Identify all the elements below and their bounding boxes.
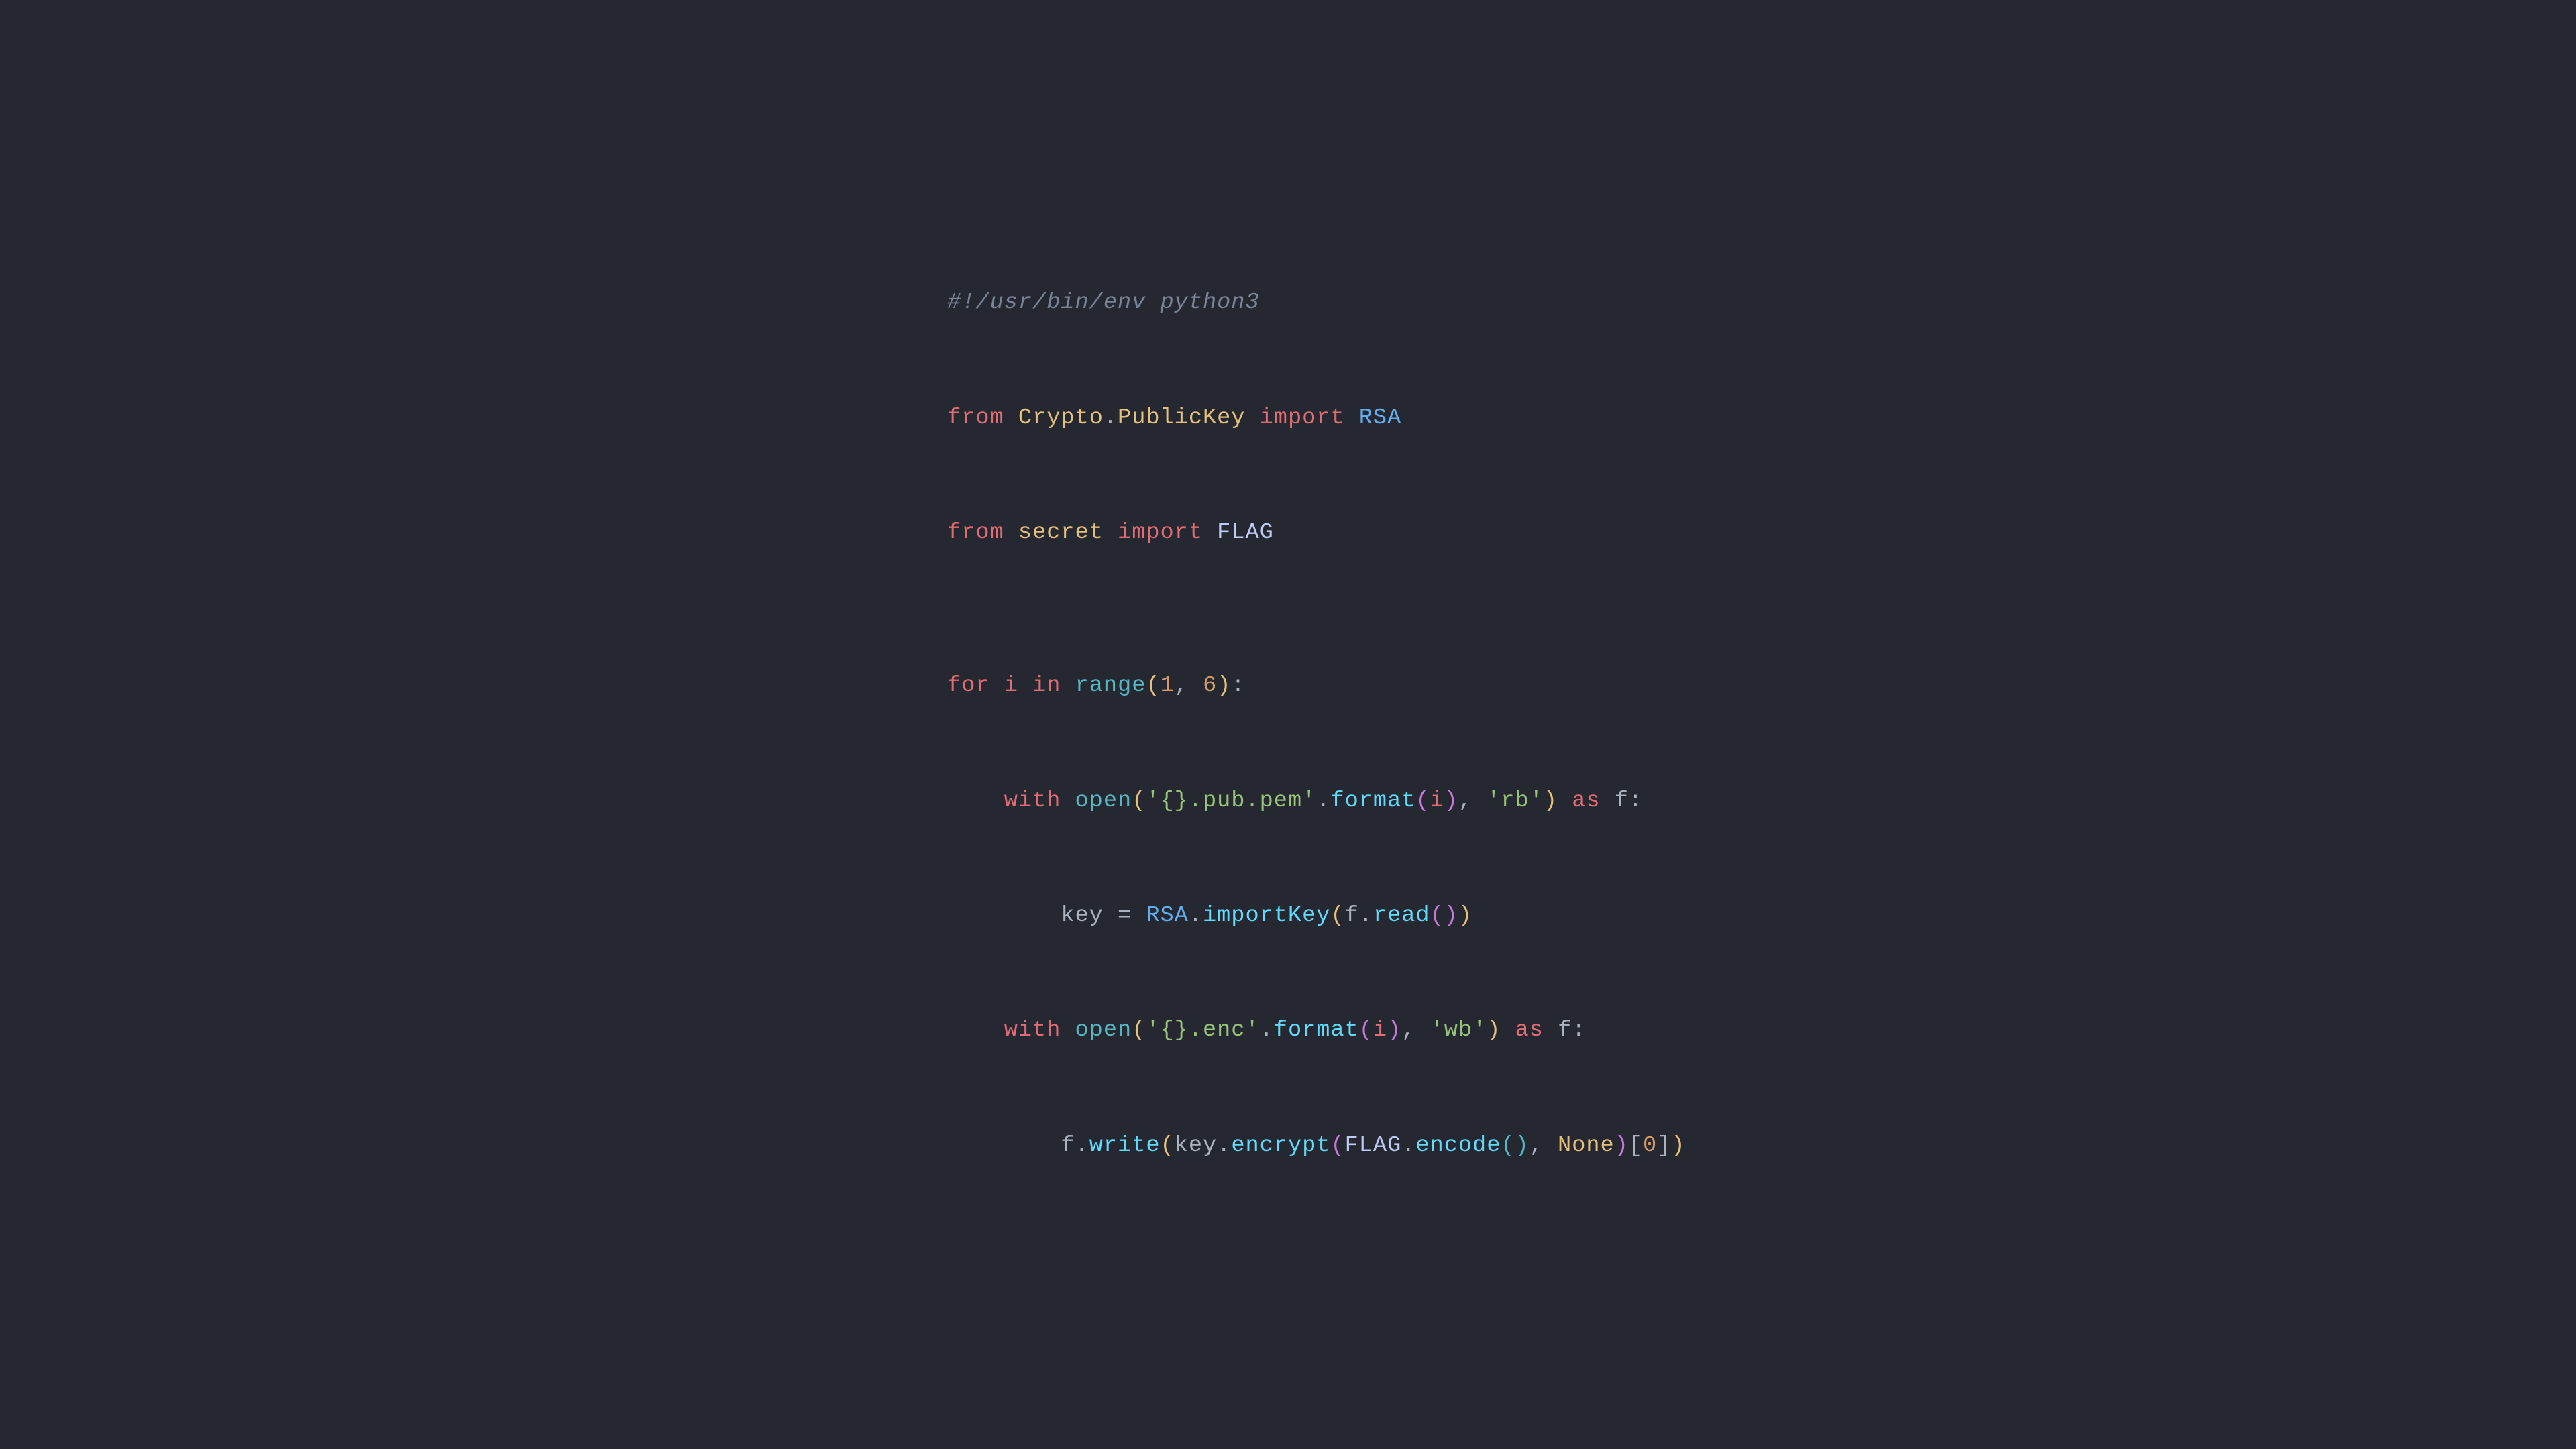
line-write: f.write(key.encrypt(FLAG.encode(), None)… (890, 1089, 1685, 1203)
line-shebang: #!/usr/bin/env python3 (890, 246, 1685, 360)
line-import1: from Crypto.PublicKey import RSA (890, 360, 1685, 475)
line-key: key = RSA.importKey(f.read()) (890, 859, 1685, 973)
line-with1: with open('{}.pub.pem'.format(i), 'rb') … (890, 744, 1685, 859)
code-block: #!/usr/bin/env python3 from Crypto.Publi… (850, 219, 1725, 1230)
blank-line-1 (890, 590, 1685, 629)
line-for: for i in range(1, 6): (890, 629, 1685, 743)
line-with2: with open('{}.enc'.format(i), 'wb') as f… (890, 973, 1685, 1088)
line-import2: from secret import FLAG (890, 476, 1685, 590)
